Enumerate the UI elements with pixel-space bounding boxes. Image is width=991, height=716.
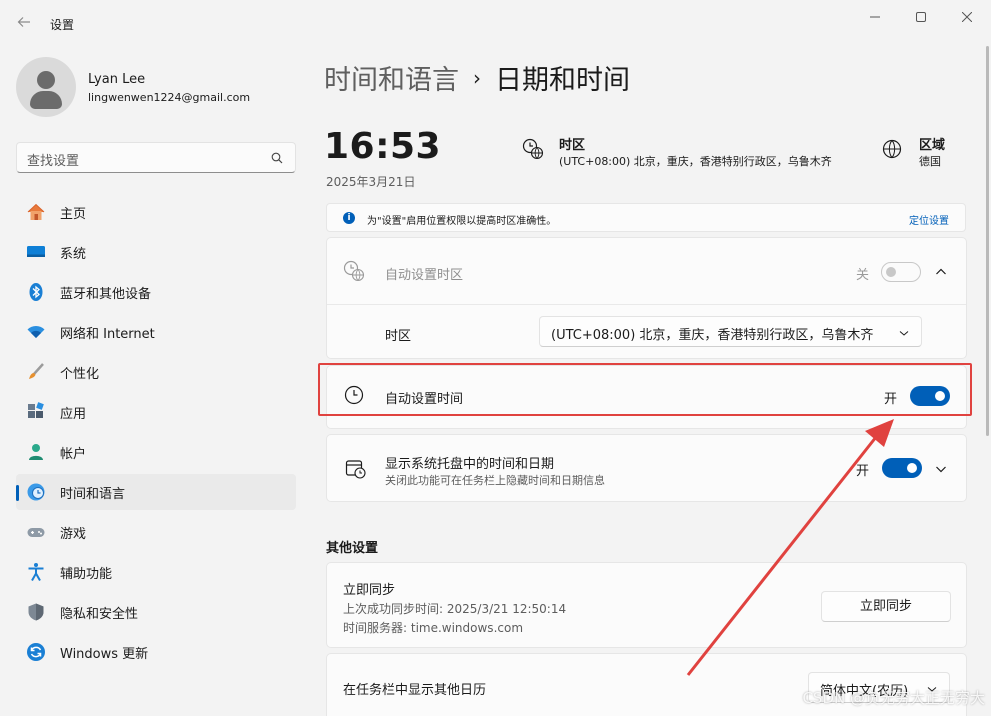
annotation-arrow xyxy=(686,419,894,676)
watermark: CSDN @负无穷大正无穷大 xyxy=(802,689,985,707)
